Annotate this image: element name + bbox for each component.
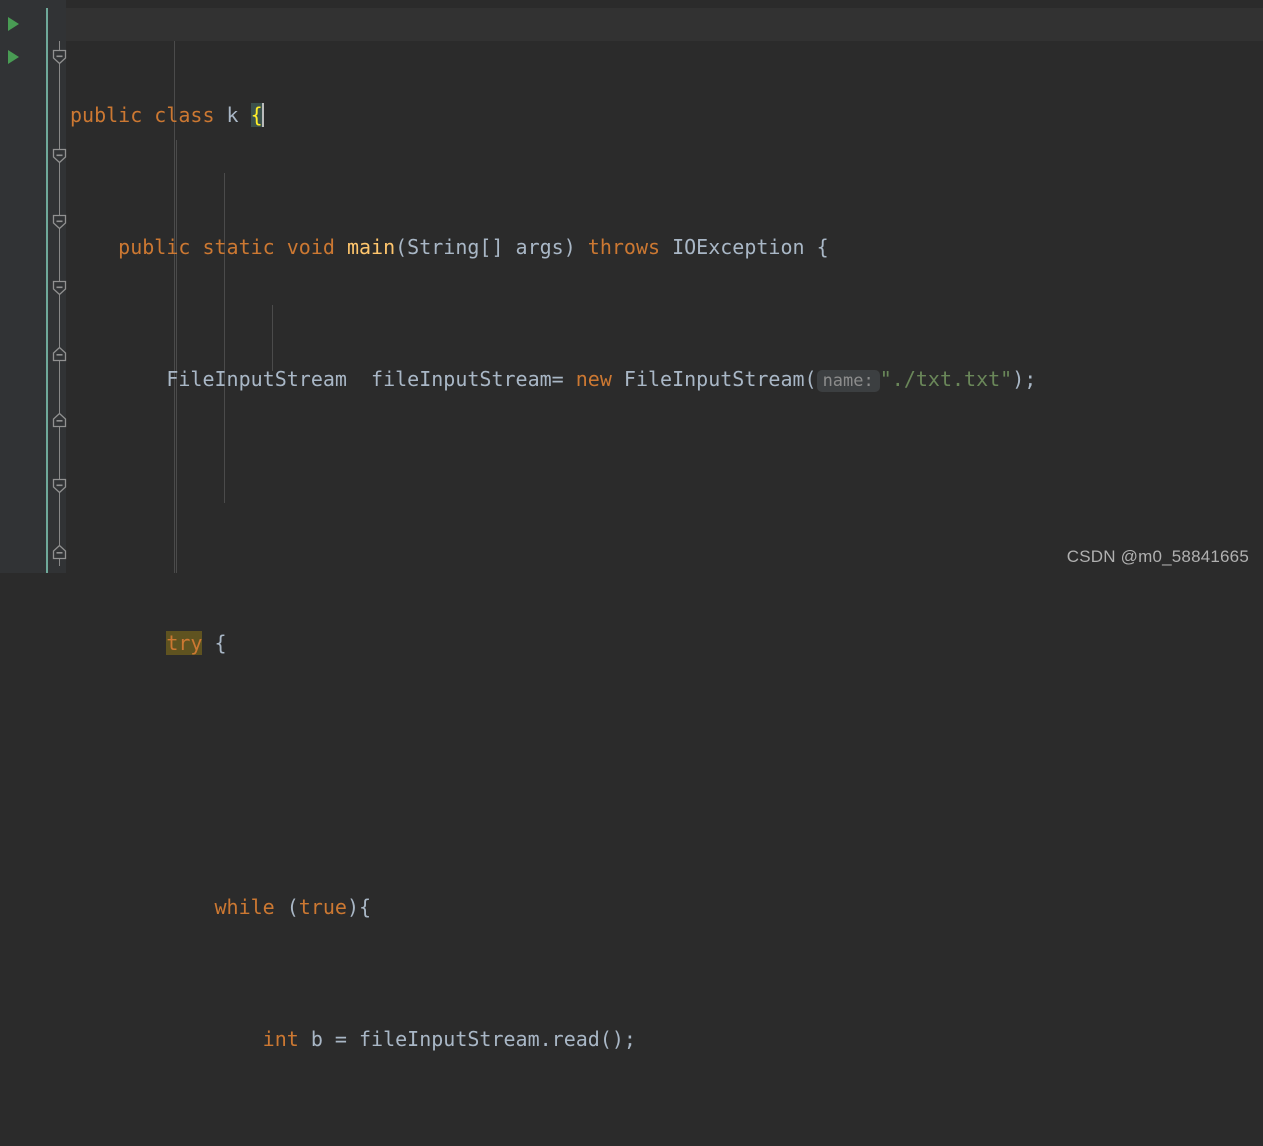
token-punct: { <box>804 235 829 259</box>
token-keyword: while <box>214 895 287 919</box>
code-line-7[interactable]: while (true){ <box>66 891 1036 924</box>
token-keyword: int <box>262 1027 311 1051</box>
token-class-name: k <box>226 103 251 127</box>
vcs-change-stripe[interactable] <box>46 8 48 573</box>
token-keyword: public class <box>70 103 227 127</box>
parameter-hint-chip: name: <box>816 370 880 392</box>
run-method-icon[interactable] <box>8 50 19 64</box>
token-params: [] args) <box>479 235 588 259</box>
token-type: FileInputStream <box>166 367 347 391</box>
code-line-6[interactable] <box>66 759 1036 792</box>
token-punct: { <box>202 631 227 655</box>
run-class-icon[interactable] <box>8 17 19 31</box>
fold-marker-region-end-icon[interactable] <box>52 346 67 362</box>
token-type: String <box>407 235 480 259</box>
token-constructor: FileInputStream( <box>623 367 817 391</box>
code-line-8[interactable]: int b = fileInputStream.read(); <box>66 1023 1036 1056</box>
code-canvas[interactable]: public class k { public static void main… <box>66 0 1263 1051</box>
fold-marker-region-end-icon[interactable] <box>52 544 67 560</box>
watermark-text: CSDN @m0_58841665 <box>1066 547 1249 566</box>
token-punct: ){ <box>346 895 372 919</box>
token-keyword: new <box>575 367 624 391</box>
fold-marker-collapse-icon[interactable] <box>52 280 67 296</box>
code-line-3[interactable]: FileInputStream fileInputStream= new Fil… <box>66 363 1036 396</box>
text-caret <box>261 103 264 127</box>
fold-marker-collapse-icon[interactable] <box>52 49 67 65</box>
editor-gutter[interactable] <box>0 0 40 573</box>
fold-marker-collapse-icon[interactable] <box>52 214 67 230</box>
token-method-name: main <box>346 235 396 259</box>
token-expression: b = fileInputStream.read(); <box>310 1027 636 1051</box>
fold-marker-collapse-icon[interactable] <box>52 148 67 164</box>
fold-marker-region-end-icon[interactable] <box>52 412 67 428</box>
token-punct: ( <box>286 895 299 919</box>
token-keyword: public static void <box>118 235 347 259</box>
token-keyword: throws <box>587 235 673 259</box>
fold-marker-collapse-icon[interactable] <box>52 478 67 494</box>
code-line-5[interactable]: try { <box>66 627 1036 660</box>
token-punct: ( <box>395 235 408 259</box>
code-text[interactable]: public class k { public static void main… <box>66 0 1036 1146</box>
token-keyword-highlighted: try <box>166 631 203 655</box>
token-boolean: true <box>298 895 347 919</box>
token-punct: ); <box>1012 367 1037 391</box>
code-line-2[interactable]: public static void main(String[] args) t… <box>66 231 1036 264</box>
token-type: IOException <box>672 235 805 259</box>
token-variable: fileInputStream= <box>346 367 576 391</box>
code-line-1[interactable]: public class k { <box>66 99 1036 132</box>
code-line-4[interactable] <box>66 495 1036 528</box>
code-editor[interactable]: public class k { public static void main… <box>0 0 1263 1051</box>
token-string: "./txt.txt" <box>879 367 1013 391</box>
